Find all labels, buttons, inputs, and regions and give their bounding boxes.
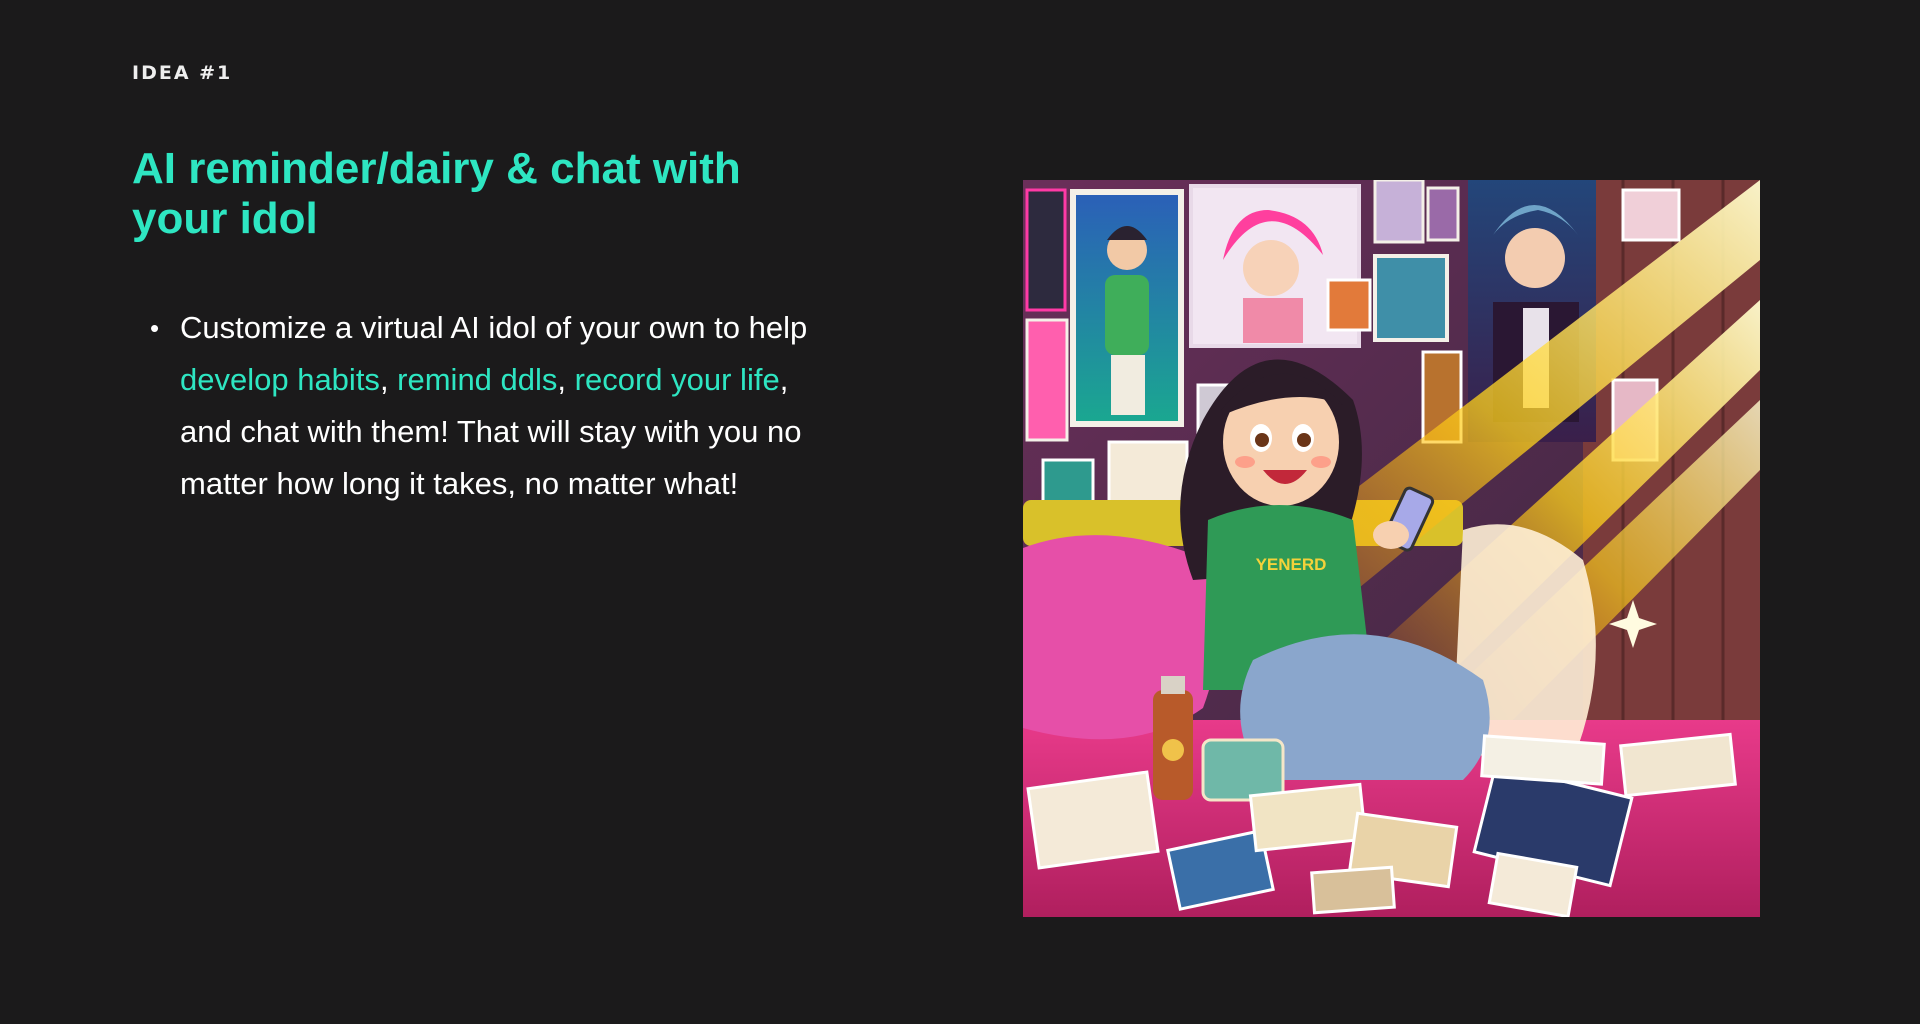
bullet-separator: , <box>379 362 398 397</box>
small-poster <box>1373 254 1449 342</box>
highlight-develop-habits: develop habits <box>180 362 380 397</box>
poster-singer-jacket <box>1105 275 1149 355</box>
bullet-item: • Customize a virtual AI idol of your own… <box>148 302 848 510</box>
highlight-record-your-life: record your life <box>574 362 780 397</box>
photo-box <box>1201 738 1285 802</box>
bullet-list: • Customize a virtual AI idol of your own… <box>148 302 848 510</box>
highlight-remind-ddls: remind ddls <box>397 362 558 397</box>
idol-fan-illustration: YENERD <box>1023 180 1760 917</box>
tshirt-print: YENERD <box>1256 555 1327 574</box>
illustration-canvas: YENERD <box>1023 180 1760 917</box>
bullet-dot-icon: • <box>150 313 160 343</box>
bullet-intro: Customize a virtual AI idol of your own … <box>180 310 808 345</box>
eyebrow-label: IDEA #1 <box>132 62 233 84</box>
bullet-separator: , <box>557 362 575 397</box>
slide: IDEA #1 AI reminder/dairy & chat with yo… <box>0 0 1920 1024</box>
slide-title: AI reminder/dairy & chat with your idol <box>132 144 741 243</box>
